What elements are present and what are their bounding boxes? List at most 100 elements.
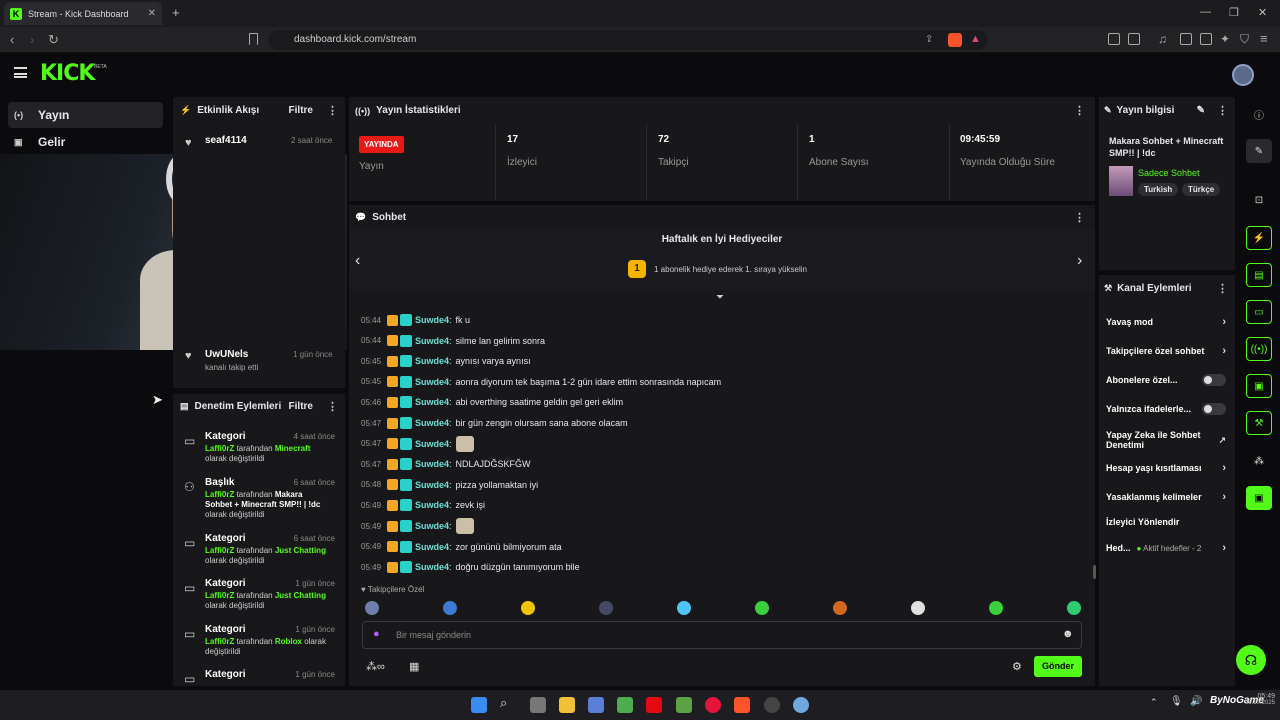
moderator-name[interactable]: Laffi0rZ [205,490,234,499]
hamburger-menu-icon[interactable] [14,67,27,78]
emote-image[interactable] [455,518,474,534]
chat-message[interactable]: 05:48 Suwde4: pizza yollamaktan iyi [361,475,538,495]
crown-badge-icon[interactable] [387,376,398,388]
moderation-more-icon[interactable]: ⋮ [327,400,338,413]
subscriber-badge-icon[interactable] [400,417,412,429]
brave-taskbar-icon[interactable] [734,697,750,713]
chat-input-box[interactable]: ● Bir mesaj gönderin ☻ [362,621,1082,649]
chevron-right-icon[interactable]: › [1222,491,1226,503]
tray-mic-icon[interactable]: 🎙 [1170,696,1183,707]
crown-badge-icon[interactable] [387,541,398,553]
obs-icon[interactable] [764,697,780,713]
search-icon[interactable]: ⌕ [500,695,507,711]
extensions-icon[interactable] [1108,33,1120,45]
new-tab-icon[interactable]: + [172,5,180,20]
message-username[interactable]: Suwde4 [415,480,449,490]
subscriber-badge-icon[interactable] [400,520,412,532]
brave-rewards-icon[interactable]: ▲ [970,33,981,45]
moderator-name[interactable]: Laffi0rZ [205,444,234,453]
channel-action-row[interactable]: Yalnızca ifadelerle... [1106,403,1226,415]
chat-settings-icon[interactable]: ⚙ [1012,660,1022,673]
chat-message[interactable]: 05:47 Suwde4: NDLAJDĞSKFĞW [361,454,531,474]
message-username[interactable]: Suwde4 [415,500,449,510]
emoji-icon[interactable]: ☻ [1062,628,1074,640]
nav-item-yayin[interactable]: (•) Yayın [8,102,163,128]
connections-icon[interactable]: ⁂ [1246,449,1272,473]
subscriber-badge-icon[interactable] [400,540,412,553]
tool-icon[interactable]: ⚒ [1246,411,1272,435]
chat-message[interactable]: 05:49 Suwde4: zevk işi [361,495,485,515]
pinned-toggle-icon[interactable]: ⏷ [716,292,724,303]
minecraft-icon[interactable] [676,697,692,713]
chat-message[interactable]: 05:49 Suwde4: doğru düzgün tanımıyorum bil… [361,557,580,577]
message-username[interactable]: Suwde4 [415,377,449,387]
layout-icon[interactable]: ▣ [1246,374,1272,398]
crown-badge-icon[interactable] [387,335,398,347]
message-username[interactable]: Suwde4 [415,315,449,325]
channel-actions-more-icon[interactable]: ⋮ [1217,282,1228,295]
channel-action-row[interactable]: Hesap yaşı kısıtlaması › [1106,462,1226,474]
info-icon[interactable]: ⓘ [1246,102,1272,126]
subscriber-badge-icon[interactable] [400,396,412,409]
moderation-row[interactable]: ▭ Kategori 6 saat önce Laffi0rZ tarafından … [181,532,341,576]
crown-badge-icon[interactable] [387,355,398,367]
store-icon[interactable]: ▦ [409,660,419,673]
minimize-icon[interactable]: — [1200,6,1211,18]
category-thumbnail[interactable] [1109,166,1133,196]
music-icon[interactable]: ♫ [1158,32,1167,46]
kick-logo[interactable]: KICK [40,61,95,86]
browser-tab[interactable]: K Stream - Kick Dashboard ✕ [4,2,162,25]
emote-icon[interactable] [1067,601,1081,615]
subscriber-badge-icon[interactable] [400,437,412,450]
crown-badge-icon[interactable] [387,314,398,326]
moderation-row[interactable]: ⚇ Başlık 6 saat önce Laffi0rZ tarafından Ma… [181,476,341,520]
menu-icon[interactable]: ≡ [1260,31,1268,46]
message-username[interactable]: Suwde4 [415,418,449,428]
reload-icon[interactable]: ↻ [48,32,59,48]
activity-more-icon[interactable]: ⋮ [327,104,338,117]
moderator-name[interactable]: Laffi0rZ [205,591,234,600]
window-close-icon[interactable]: ✕ [1258,6,1267,19]
emote-icon[interactable] [911,601,925,615]
message-username[interactable]: Suwde4 [415,439,449,449]
start-icon[interactable] [471,697,487,713]
app-taskbar-icon[interactable] [588,697,604,713]
media-icon[interactable] [705,697,721,713]
chat-message[interactable]: 05:49 Suwde4: zor gününü bilmiyorum ata [361,537,562,557]
subscriber-badge-icon[interactable] [400,355,412,368]
chevron-right-icon[interactable]: › [1222,345,1226,357]
sidebar-toggle-icon[interactable] [1180,33,1192,45]
gifters-next-icon[interactable]: › [1077,252,1082,270]
gifters-prev-icon[interactable]: ‹ [355,252,360,270]
emote-icon[interactable] [833,601,847,615]
chat-message[interactable]: 05:49 Suwde4: [361,516,474,536]
chat-icon[interactable]: ▭ [1246,300,1272,324]
emote-icon[interactable] [599,601,613,615]
subscriber-badge-icon[interactable] [400,499,412,512]
edit-icon[interactable]: ✎ [1197,105,1205,116]
brave-shield-icon[interactable] [948,33,962,47]
subscriber-badge-icon[interactable] [400,334,412,347]
moderator-name[interactable]: Laffi0rZ [205,546,234,555]
quick-action-icon[interactable]: ⚡ [1246,226,1272,250]
message-username[interactable]: Suwde4 [415,542,449,552]
category-name[interactable]: Sadece Sohbet [1138,168,1200,178]
crown-badge-icon[interactable] [387,479,398,491]
toggle-switch[interactable] [1202,374,1226,386]
tray-speaker-icon[interactable]: 🔊 [1190,696,1202,707]
file-explorer-icon[interactable] [559,697,575,713]
broadcast-side-icon[interactable]: ((•)) [1246,337,1272,361]
channel-action-row[interactable]: Yavaş mod › [1106,316,1226,328]
channel-action-row[interactable]: Yasaklanmış kelimeler › [1106,491,1226,503]
crown-badge-icon[interactable] [387,396,398,408]
channel-action-row[interactable]: Yapay Zeka ile Sohbet Denetimi ↗ [1106,430,1226,450]
vpn-icon[interactable]: ⛉ [1240,32,1249,47]
moderation-row[interactable]: ▭ Kategori 1 gün önce Laffi0rZ tarafından J… [181,577,341,621]
url-field[interactable]: dashboard.kick.com/stream [268,30,988,50]
points-icon[interactable]: ⁂∞ [366,660,385,673]
nav-item-gelir[interactable]: ▣ Gelir [8,129,163,155]
activity-name[interactable]: seaf4114 [205,135,247,146]
emote-icon[interactable] [365,601,379,615]
chat-message[interactable]: 05:44 Suwde4: silme lan gelirim sonra [361,331,545,351]
subscriber-badge-icon[interactable] [400,458,412,471]
